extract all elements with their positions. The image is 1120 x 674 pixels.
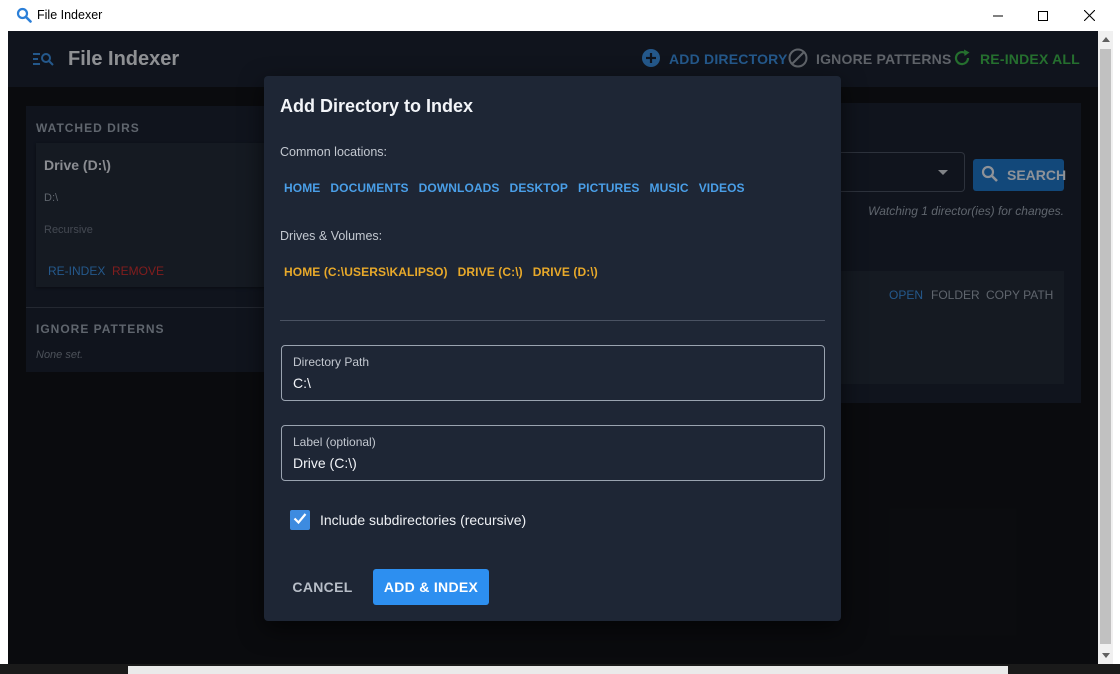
window-titlebar: File Indexer <box>0 0 1120 31</box>
label-field[interactable]: Label (optional) <box>281 425 825 481</box>
directory-path-input[interactable] <box>293 373 793 393</box>
recursive-checkbox-label[interactable]: Include subdirectories (recursive) <box>320 512 526 528</box>
directory-path-field[interactable]: Directory Path <box>281 345 825 401</box>
drive-chip-d[interactable]: DRIVE (D:\) <box>529 263 602 281</box>
cancel-button[interactable]: CANCEL <box>286 569 359 605</box>
maximize-button[interactable] <box>1020 0 1066 31</box>
location-chip-home[interactable]: HOME <box>280 179 324 197</box>
common-locations-label: Common locations: <box>280 145 387 159</box>
add-and-index-button[interactable]: ADD & INDEX <box>373 569 489 605</box>
window-bottom-edge <box>0 664 1120 674</box>
background-strip <box>128 666 1008 674</box>
directory-path-label: Directory Path <box>293 355 370 369</box>
location-chip-videos[interactable]: VIDEOS <box>695 179 749 197</box>
checkmark-icon <box>292 510 308 531</box>
scroll-down-icon[interactable] <box>1102 653 1110 658</box>
location-chip-downloads[interactable]: DOWNLOADS <box>415 179 504 197</box>
window-title: File Indexer <box>37 8 103 22</box>
dialog-divider <box>280 320 825 321</box>
common-locations-list: HOME DOCUMENTS DOWNLOADS DESKTOP PICTURE… <box>280 179 751 197</box>
minimize-button[interactable] <box>975 0 1021 31</box>
add-directory-dialog: Add Directory to Index Common locations:… <box>264 76 841 621</box>
dialog-title: Add Directory to Index <box>280 96 474 116</box>
recursive-checkbox[interactable] <box>290 510 310 530</box>
drives-label: Drives & Volumes: <box>280 229 383 243</box>
scrollbar-thumb[interactable] <box>1100 49 1111 644</box>
location-chip-pictures[interactable]: PICTURES <box>574 179 643 197</box>
location-chip-documents[interactable]: DOCUMENTS <box>326 179 412 197</box>
drive-chip-home[interactable]: HOME (C:\USERS\KALIPSO) <box>280 263 452 281</box>
scroll-up-icon[interactable] <box>1102 37 1110 42</box>
search-icon <box>16 7 32 23</box>
drive-chip-c[interactable]: DRIVE (C:\) <box>454 263 527 281</box>
label-input[interactable] <box>293 453 793 473</box>
location-chip-music[interactable]: MUSIC <box>646 179 693 197</box>
vertical-scrollbar[interactable] <box>1098 31 1113 664</box>
close-button[interactable] <box>1066 0 1112 31</box>
location-chip-desktop[interactable]: DESKTOP <box>506 179 573 197</box>
minimize-icon <box>993 11 1003 21</box>
drives-list: HOME (C:\USERS\KALIPSO) DRIVE (C:\) DRIV… <box>280 263 604 281</box>
maximize-icon <box>1038 10 1048 21</box>
label-field-label: Label (optional) <box>293 435 376 449</box>
close-icon <box>1083 10 1095 21</box>
